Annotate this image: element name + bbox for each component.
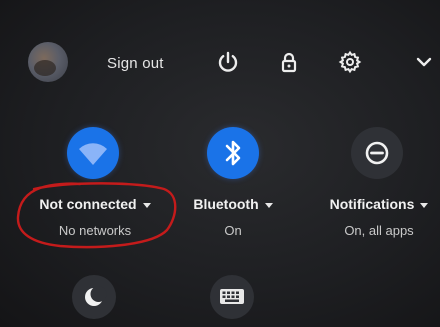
lock-icon[interactable] <box>277 50 301 74</box>
network-status: Not connected <box>39 196 137 212</box>
bluetooth-icon <box>225 140 241 166</box>
keyboard-toggle[interactable] <box>210 275 254 319</box>
notifications-label[interactable]: Notifications <box>318 196 440 212</box>
bluetooth-title: Bluetooth <box>193 196 259 212</box>
network-sublabel: No networks <box>58 223 132 238</box>
chevron-down-icon <box>420 202 429 208</box>
notifications-toggle[interactable] <box>351 127 403 179</box>
avatar-shade <box>34 60 56 76</box>
bluetooth-sublabel: On <box>224 223 242 238</box>
night-light-toggle[interactable] <box>72 275 116 319</box>
sign-out-button[interactable]: Sign out <box>107 55 164 72</box>
night-light-icon <box>85 286 107 306</box>
network-label[interactable]: Not connected <box>20 196 170 212</box>
gear-icon[interactable] <box>338 50 362 74</box>
annotation-circle <box>16 182 177 249</box>
notifications-sublabel: On, all apps <box>344 223 414 238</box>
chevron-down-icon <box>142 202 151 208</box>
avatar[interactable] <box>28 42 68 82</box>
notifications-title: Notifications <box>329 196 415 212</box>
bluetooth-toggle[interactable] <box>207 127 259 179</box>
do-not-disturb-icon <box>365 141 389 165</box>
bluetooth-label[interactable]: Bluetooth <box>173 196 293 212</box>
quick-settings-panel: Sign out Not connected No networks Bluet… <box>0 0 440 327</box>
top-bar: Sign out <box>0 40 440 90</box>
wifi-toggle[interactable] <box>67 127 119 179</box>
wifi-icon <box>79 143 107 165</box>
chevron-down-icon <box>264 202 273 208</box>
keyboard-icon <box>220 289 244 304</box>
power-icon[interactable] <box>216 50 240 74</box>
chevron-down-icon[interactable] <box>412 50 436 74</box>
